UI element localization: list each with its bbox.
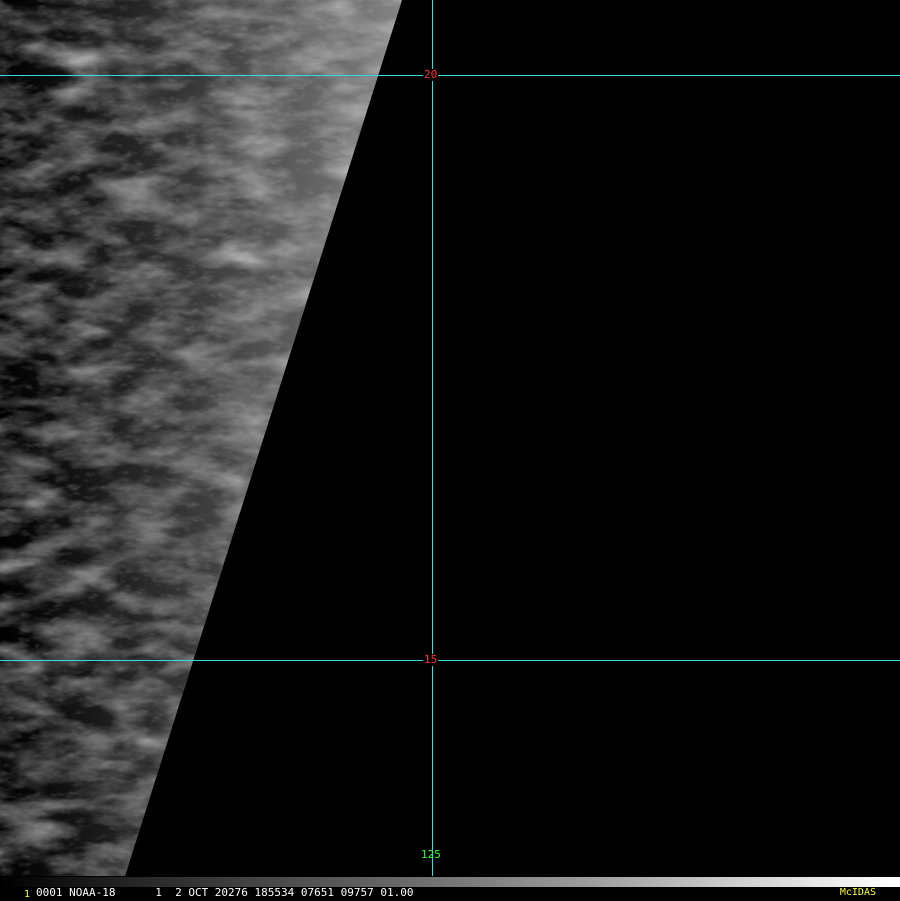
lon-label-125: 125 [421,848,441,861]
lat-label-15: 15 [423,653,439,666]
lat-label-20: 20 [423,68,439,81]
frame-number: 1 [24,889,31,900]
mcidas-brand-label: McIDAS [839,887,876,898]
image-info-text: 0001 NOAA-18 1 2 OCT 20276 185534 07651 … [36,886,414,899]
satellite-viewport: 20 15 125 [0,0,900,900]
satellite-image [0,0,900,876]
